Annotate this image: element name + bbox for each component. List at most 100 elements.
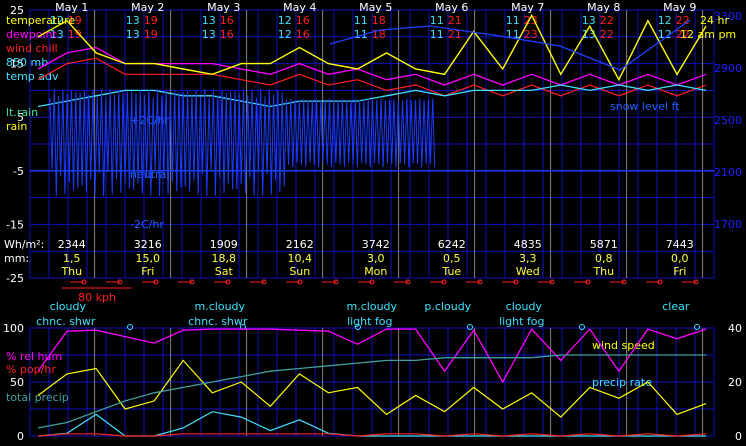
- day-rain-mm: 3,0: [367, 252, 385, 265]
- top-right-tick-label: 2100: [714, 166, 742, 179]
- day-solar-wh: 3742: [362, 238, 390, 251]
- weather-meteogram: 25155-5-15-25330029002500210017001005004…: [3, 1, 742, 443]
- legend-bottom-1: % pop/hr: [6, 363, 56, 376]
- bottom-left-tick-label: 50: [10, 376, 24, 389]
- day-date-label: May 4: [283, 1, 316, 14]
- adv-minus-label: -2C/hr: [130, 218, 164, 231]
- top-left-tick-label: -15: [6, 218, 24, 231]
- day-date-label: May 8: [587, 1, 620, 14]
- day-date-label: May 9: [663, 1, 696, 14]
- day-rain-mm: 18,8: [212, 252, 237, 265]
- day-date-label: May 2: [131, 1, 164, 14]
- day-rain-mm: 0,8: [595, 252, 613, 265]
- day-date-label: May 7: [511, 1, 544, 14]
- day-dew-high: 22: [600, 28, 614, 41]
- legend-bottom-4: precip rate: [592, 376, 652, 389]
- day-date-label: May 3: [207, 1, 240, 14]
- day-weekday: Sat: [215, 265, 234, 278]
- sky-marker: [127, 324, 133, 330]
- day-temp-high: 22: [600, 14, 614, 27]
- day-weekday: Thu: [60, 265, 82, 278]
- day-sky-condition: p.cloudy: [424, 300, 471, 313]
- wind-scale-label: 80 kph: [78, 291, 116, 304]
- day-dew-high: 23: [524, 28, 538, 41]
- day-dew-low: 13: [126, 28, 140, 41]
- day-solar-wh: 5871: [590, 238, 618, 251]
- day-dew-high: 16: [220, 28, 234, 41]
- day-rain-mm: 0,0: [671, 252, 689, 265]
- day-solar-wh: 2162: [286, 238, 314, 251]
- day-rain-mm: 10,4: [288, 252, 313, 265]
- day-temp-low: 12: [278, 14, 292, 27]
- day-dew-low: 13: [202, 28, 216, 41]
- top-right-tick-label: 2500: [714, 114, 742, 127]
- day-solar-wh: 2344: [58, 238, 86, 251]
- day-temp-high: 16: [220, 14, 234, 27]
- day-weekday: Wed: [516, 265, 540, 278]
- legend-top-6: rain: [6, 120, 27, 133]
- day-sky-condition: m.cloudy: [195, 300, 246, 313]
- day-temp-low: 12: [658, 14, 672, 27]
- day-sky-condition: cloudy: [506, 300, 543, 313]
- snow-level-label: snow level ft: [610, 100, 680, 113]
- day-dew-low: 12: [278, 28, 292, 41]
- day-temp-low: 13: [582, 14, 596, 27]
- time-label: 12 am pm: [680, 28, 736, 41]
- day-sky-condition: clear: [662, 300, 690, 313]
- day-weather-note: light fog: [347, 315, 392, 328]
- hours-label: 24 hr: [700, 14, 729, 27]
- day-weather-note: light fog: [499, 315, 544, 328]
- rain-row-label: mm:: [4, 252, 29, 265]
- day-dew-high: 16: [296, 28, 310, 41]
- day-solar-wh: 3216: [134, 238, 162, 251]
- bottom-right-tick-label: 40: [728, 322, 742, 335]
- bottom-left-tick-label: 100: [3, 322, 24, 335]
- legend-top-5: lt.rain: [6, 106, 38, 119]
- bottom-right-tick-label: 20: [728, 376, 742, 389]
- day-weekday: Tue: [441, 265, 461, 278]
- day-rain-mm: 15,0: [136, 252, 161, 265]
- day-date-label: May 6: [435, 1, 468, 14]
- top-left-tick-label: -5: [13, 165, 24, 178]
- day-solar-wh: 1909: [210, 238, 238, 251]
- day-weekday: Sun: [289, 265, 310, 278]
- day-temp-high: 18: [372, 14, 386, 27]
- day-rain-mm: 3,3: [519, 252, 537, 265]
- day-date-label: May 5: [359, 1, 392, 14]
- legend-bottom-2: total precip: [6, 391, 69, 404]
- day-weekday: Fri: [673, 265, 686, 278]
- day-temp-high: 19: [144, 14, 158, 27]
- day-dew-high: 19: [144, 28, 158, 41]
- legend-bottom-0: % rel hum: [6, 350, 62, 363]
- day-rain-mm: 1,5: [63, 252, 81, 265]
- bottom-right-tick-label: 0: [735, 430, 742, 443]
- sky-marker: [467, 324, 473, 330]
- day-temp-high: 21: [448, 14, 462, 27]
- sky-marker: [694, 324, 700, 330]
- day-temp-high: 16: [296, 14, 310, 27]
- top-left-tick-label: -25: [6, 272, 24, 285]
- day-weather-note: chnc. shwr: [188, 315, 248, 328]
- day-weekday: Fri: [141, 265, 154, 278]
- series-temp-adv-line: [49, 89, 436, 197]
- top-right-tick-label: 2900: [714, 62, 742, 75]
- day-weather-note: chnc. shwr: [36, 315, 96, 328]
- day-temp-low: 13: [126, 14, 140, 27]
- legend-top-2: wind chill: [6, 42, 58, 55]
- day-sky-condition: m.cloudy: [347, 300, 398, 313]
- day-weekday: Mon: [364, 265, 387, 278]
- bottom-left-tick-label: 0: [17, 430, 24, 443]
- day-date-label: May 1: [55, 1, 88, 14]
- legend-top-0: temperature: [6, 14, 75, 27]
- solar-row-label: Wh/m²:: [4, 238, 44, 251]
- day-temp-low: 11: [506, 14, 520, 27]
- day-dew-low: 11: [430, 28, 444, 41]
- top-right-tick-label: 1700: [714, 218, 742, 231]
- day-weekday: Thu: [592, 265, 614, 278]
- day-temp-low: 11: [430, 14, 444, 27]
- day-solar-wh: 4835: [514, 238, 542, 251]
- day-solar-wh: 7443: [666, 238, 694, 251]
- day-temp-low: 11: [354, 14, 368, 27]
- day-solar-wh: 6242: [438, 238, 466, 251]
- day-temp-low: 13: [202, 14, 216, 27]
